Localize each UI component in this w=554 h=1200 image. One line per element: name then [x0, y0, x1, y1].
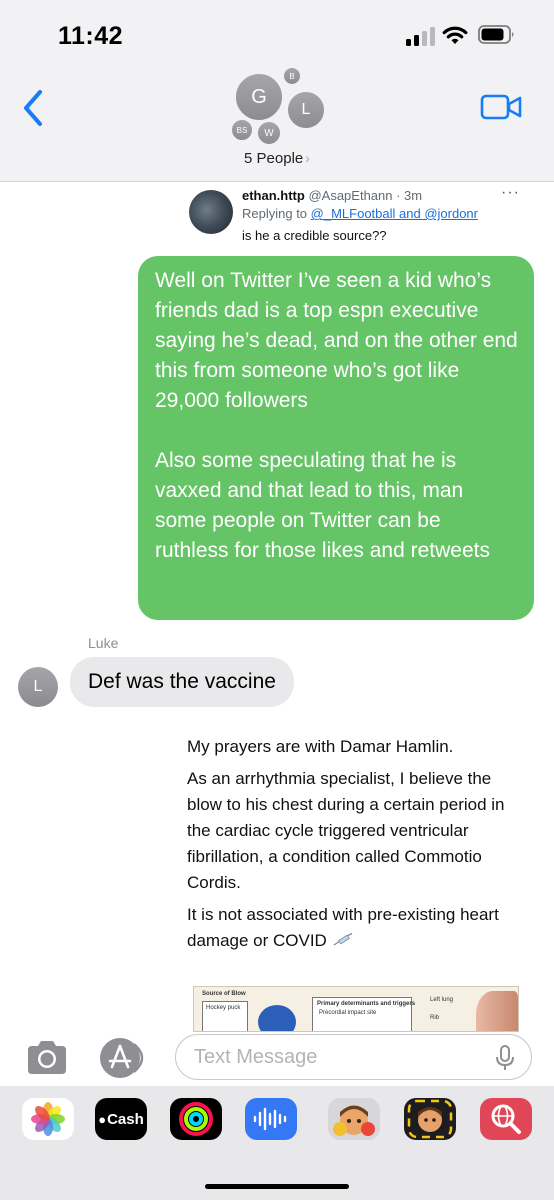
- cellular-signal-icon: [406, 26, 436, 46]
- diagram-box: Hockey puck: [202, 1001, 248, 1031]
- avatar: B: [282, 66, 302, 86]
- message-input[interactable]: [175, 1034, 532, 1080]
- avatar: L: [286, 90, 326, 130]
- battery-icon: [478, 25, 514, 44]
- tweet-author: ethan.http @AsapEthann · 3m: [242, 188, 422, 203]
- syringe-icon: [333, 933, 352, 946]
- group-avatar-cluster[interactable]: G B L BS W: [226, 66, 326, 148]
- tweet-text: is he a credible source??: [242, 228, 387, 243]
- group-title[interactable]: 5 People ›: [0, 150, 554, 167]
- memoji-face-icon: [333, 1105, 375, 1136]
- activity-rings-icon: [179, 1102, 213, 1136]
- diagram-label: Source of Blow: [202, 991, 246, 997]
- photos-flower-icon: [31, 1102, 65, 1136]
- post-paragraph: As an arrhythmia specialist, I believe t…: [187, 769, 505, 892]
- avatar: G: [234, 72, 284, 122]
- web-search-icon[interactable]: [480, 1098, 532, 1140]
- message-paragraph: Well on Twitter I’ve seen a kid who’s fr…: [155, 269, 518, 412]
- group-title-label: 5 People: [244, 150, 304, 167]
- cash-app-icon[interactable]: ● Cash: [95, 1098, 147, 1140]
- tweet-display-name: ethan.http: [242, 188, 305, 203]
- replying-mentions: @_MLFootball and @jordonr: [310, 206, 478, 221]
- microphone-icon[interactable]: [492, 1044, 518, 1072]
- tweet-replying-to: Replying to @_MLFootball and @jordonr: [242, 206, 478, 221]
- camera-button[interactable]: [24, 1038, 70, 1078]
- medical-diagram: Source of Blow Hockey puck Primary deter…: [193, 986, 519, 1032]
- wifi-icon: [442, 26, 468, 44]
- avatar: BS: [230, 118, 254, 142]
- diagram-label: Left lung: [430, 997, 454, 1003]
- avatar: W: [256, 120, 282, 146]
- home-indicator[interactable]: [205, 1184, 349, 1189]
- shared-post-text: My prayers are with Damar Hamlin. As an …: [187, 734, 527, 960]
- lung-illustration: [476, 991, 518, 1031]
- hockey-puck-illustration: [258, 1005, 296, 1031]
- message-paragraph: Also some speculating that he is vaxxed …: [155, 449, 490, 562]
- more-options-icon: ···: [501, 184, 520, 201]
- app-store-button[interactable]: [98, 1038, 152, 1078]
- tweet-avatar: [189, 190, 233, 234]
- waveform-icon: [253, 1107, 287, 1131]
- status-time: 11:42: [58, 22, 124, 50]
- compose-bar: [0, 1032, 554, 1084]
- audio-message-icon[interactable]: [245, 1098, 297, 1140]
- photos-icon[interactable]: [22, 1098, 74, 1140]
- replying-prefix: Replying to: [242, 206, 308, 221]
- imessage-app-drawer: ● Cash: [0, 1086, 554, 1200]
- sender-avatar[interactable]: L: [18, 667, 58, 707]
- diagram-label: Hockey puck: [206, 1005, 241, 1011]
- diagram-label: Primary determinants and triggers: [317, 1001, 416, 1007]
- cash-label: Cash: [107, 1110, 144, 1128]
- tweet-screenshot[interactable]: ethan.http @AsapEthann · 3m ··· Replying…: [186, 184, 534, 252]
- video-call-button[interactable]: [480, 92, 522, 122]
- back-button[interactable]: [18, 86, 48, 130]
- memoji-sticker-face-icon: [407, 1099, 453, 1139]
- sender-name: Luke: [88, 635, 119, 651]
- post-paragraph: My prayers are with Damar Hamlin.: [187, 737, 454, 756]
- tweet-handle: @AsapEthann · 3m: [308, 188, 423, 203]
- diagram-box: Primary determinants and triggers Precor…: [312, 997, 416, 1031]
- memoji-icon[interactable]: [328, 1098, 380, 1140]
- received-message-bubble[interactable]: Def was the vaccine: [70, 657, 294, 707]
- sent-message-bubble[interactable]: Well on Twitter I’ve seen a kid who’s fr…: [138, 256, 534, 620]
- apple-logo-icon: ●: [98, 1111, 107, 1127]
- conversation-header: 11:42 G B L BS W 5 People ›: [0, 0, 554, 182]
- diagram-label: Rib: [430, 1015, 440, 1021]
- activity-icon[interactable]: [170, 1098, 222, 1140]
- status-bar: 11:42: [0, 0, 554, 60]
- globe-search-icon: [491, 1104, 521, 1134]
- diagram-label: Precordial impact site: [319, 1010, 377, 1016]
- memoji-stickers-icon[interactable]: [404, 1098, 456, 1140]
- chevron-right-icon: ›: [305, 150, 310, 166]
- post-paragraph: It is not associated with pre-existing h…: [187, 902, 527, 954]
- shared-post-image[interactable]: My prayers are with Damar Hamlin. As an …: [168, 722, 534, 1032]
